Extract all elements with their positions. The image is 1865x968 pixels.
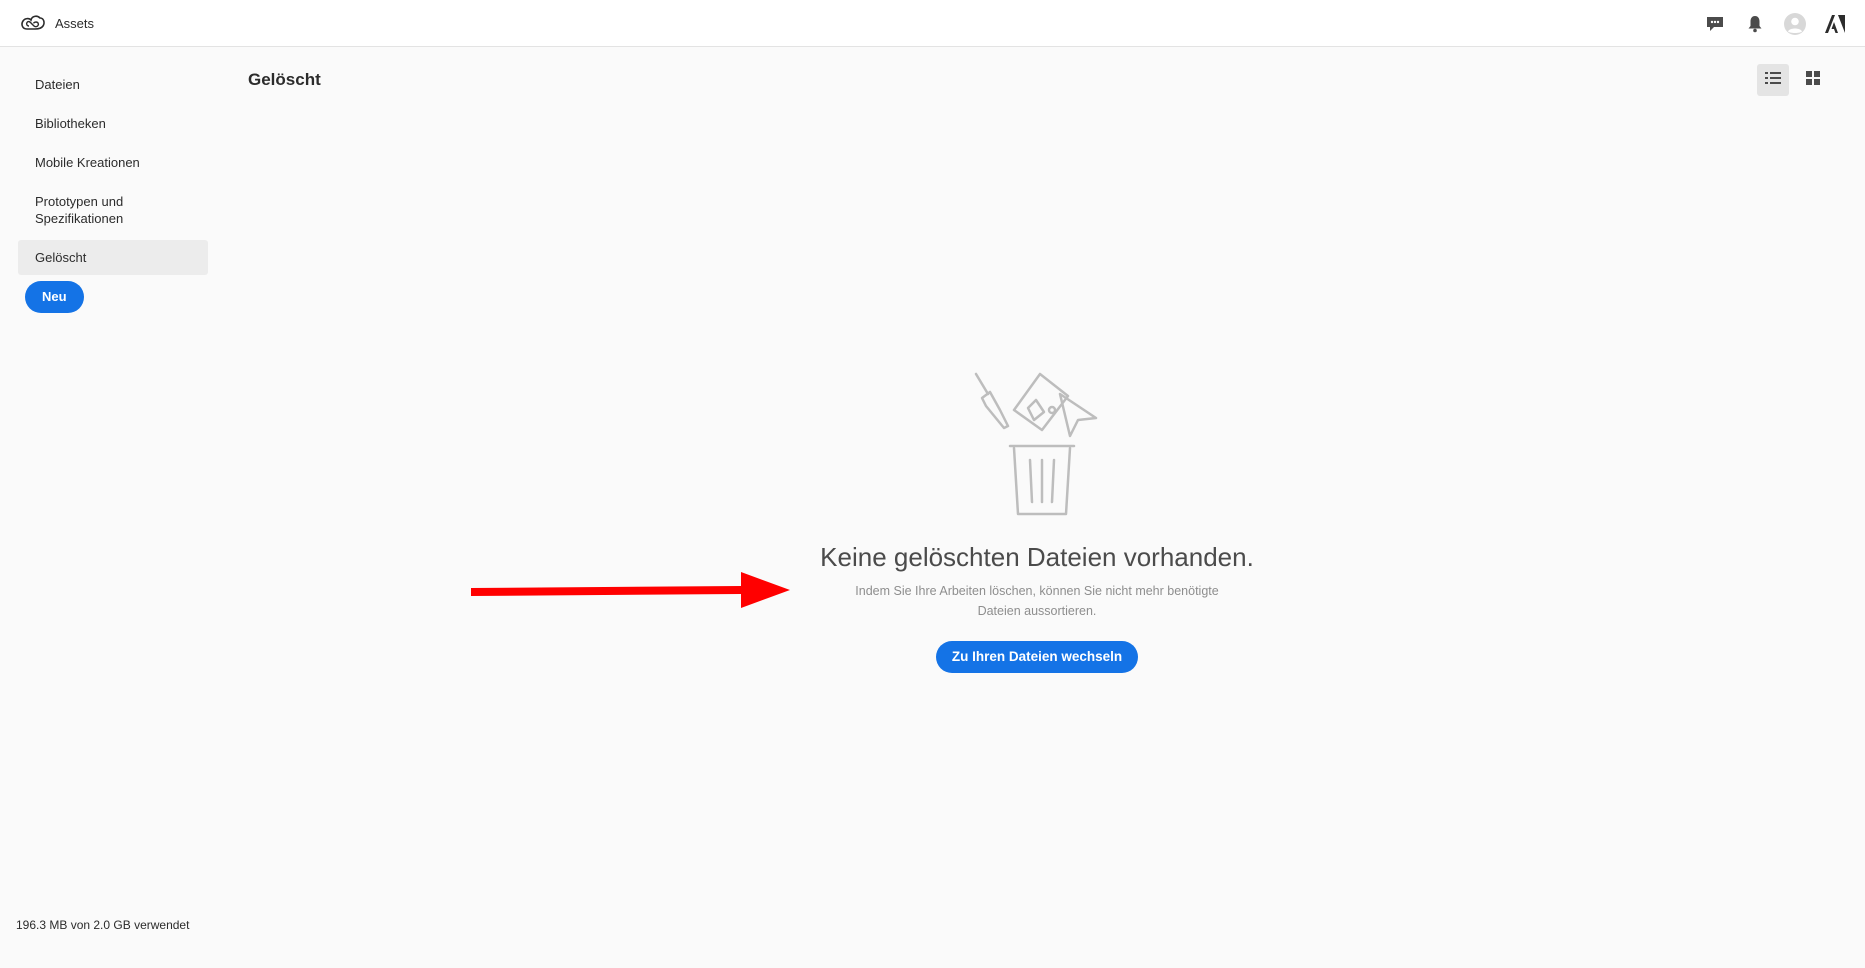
sidebar: Dateien Bibliotheken Mobile Kreationen P…: [18, 65, 208, 313]
feedback-icon[interactable]: [1703, 12, 1727, 36]
sidebar-item-prototypen[interactable]: Prototypen und Spezifikationen: [18, 182, 168, 238]
storage-usage: 196.3 MB von 2.0 GB verwendet: [16, 918, 190, 932]
view-toggle: [1749, 64, 1829, 96]
list-view-icon: [1764, 70, 1782, 91]
empty-state-description: Indem Sie Ihre Arbeiten löschen, können …: [855, 584, 1219, 618]
sidebar-item-geloescht[interactable]: Gelöscht: [18, 240, 208, 275]
sidebar-item-bibliotheken[interactable]: Bibliotheken: [18, 104, 208, 143]
avatar-icon[interactable]: [1783, 12, 1807, 36]
page-title: Gelöscht: [248, 70, 321, 89]
sidebar-item-mobile-kreationen[interactable]: Mobile Kreationen: [18, 143, 208, 182]
empty-state: Keine gelöschten Dateien vorhanden. Inde…: [787, 370, 1287, 673]
empty-state-title: Keine gelöschten Dateien vorhanden.: [820, 542, 1254, 572]
new-button[interactable]: Neu: [25, 281, 84, 313]
go-to-files-button[interactable]: Zu Ihren Dateien wechseln: [935, 641, 1139, 673]
creative-cloud-icon[interactable]: [20, 12, 46, 34]
empty-trash-illustration: [974, 372, 1098, 516]
grid-view-icon: [1805, 70, 1821, 91]
top-bar: Assets: [0, 0, 1865, 47]
sidebar-item-dateien[interactable]: Dateien: [18, 65, 208, 104]
brand[interactable]: Assets: [20, 12, 94, 34]
header-actions: [1687, 12, 1847, 36]
grid-view-button[interactable]: [1797, 64, 1829, 96]
app-name: Assets: [55, 15, 95, 31]
bell-icon[interactable]: [1743, 12, 1767, 36]
annotation-arrow-icon: [471, 572, 790, 608]
adobe-icon[interactable]: [1823, 12, 1847, 36]
list-view-button[interactable]: [1757, 64, 1789, 96]
